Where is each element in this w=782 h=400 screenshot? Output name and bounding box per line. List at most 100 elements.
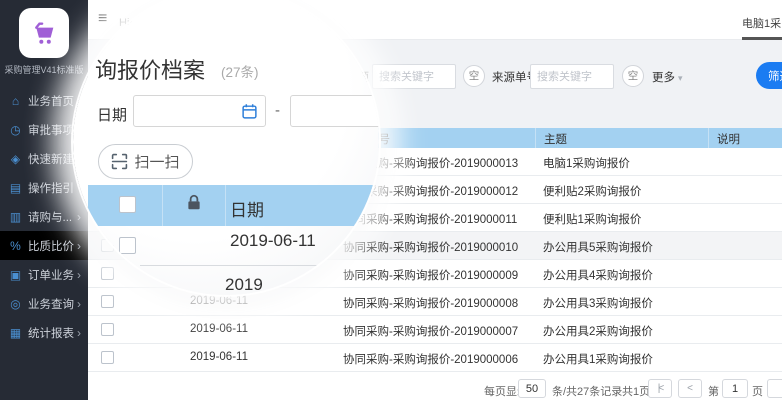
tab-label: 电脑1采 (742, 15, 781, 31)
scan-button[interactable]: 扫一扫 (98, 144, 193, 179)
report-icon: ▦ (8, 326, 23, 340)
per-page-input[interactable]: 50 (518, 379, 546, 398)
records-count-label: 条/共27条记录 (552, 383, 622, 399)
cell-subject: 办公用具3采购询报价 (543, 295, 653, 311)
total-pages-label: 共1页 (622, 383, 650, 399)
sidebar-item-label: 统计报表 (28, 325, 74, 341)
quick-create-icon: ◈ (8, 152, 23, 166)
calendar-icon[interactable] (241, 103, 258, 120)
sidebar-item-label: 请购与... (28, 209, 72, 225)
filter-button[interactable]: 筛选 (756, 62, 782, 89)
sidebar-item-home[interactable]: ⌂ 业务首页 (0, 86, 88, 115)
sidebar-item-purchase-request[interactable]: ▥ 请购与... › (0, 202, 88, 231)
guide-icon: ▤ (8, 181, 23, 195)
column-header-subject[interactable]: 主题 (535, 128, 708, 148)
row-checkbox[interactable] (101, 351, 114, 364)
cell-date: 2019-06-11 (190, 295, 248, 307)
tab-active-indicator (742, 37, 782, 40)
row-checkbox[interactable] (101, 295, 114, 308)
sidebar-item-label: 审批事项 (28, 122, 74, 138)
subject-empty-toggle[interactable]: 空 (463, 65, 485, 87)
chevron-right-icon: › (77, 268, 81, 282)
cell-subject: 便利贴2采购询报价 (543, 183, 641, 199)
record-count: (27条) (221, 61, 259, 81)
subject-filter-input[interactable] (372, 64, 456, 89)
page-title: 询报价档案 (95, 53, 205, 85)
source-empty-toggle[interactable]: 空 (622, 65, 644, 87)
tab-active-document[interactable]: 电脑1采 (740, 0, 782, 40)
cell-source: 协同采购-采购询报价-2019000007 (343, 323, 518, 339)
cell-source: 协同采购-采购询报价-2019000006 (343, 351, 518, 367)
partial-row-date: 2019 (225, 275, 263, 295)
cell-subject: 办公用具2采购询报价 (543, 323, 653, 339)
cell-subject: 办公用具5采购询报价 (543, 239, 653, 255)
table-row[interactable]: 2019-06-11 协同采购-采购询报价-2019000006 办公用具1采购询报… (88, 344, 782, 372)
app-logo (19, 8, 69, 58)
app-window: 采购管理V41标准版 ⌂ 业务首页 ◷ 审批事项 ◈ 快速新建 ▤ 操作指引 ▥ 请购与... ›%… (0, 0, 782, 400)
approval-icon: ◷ (8, 123, 23, 137)
sidebar-item-label: 业务首页 (28, 93, 74, 109)
page-number-input[interactable]: 1 (722, 379, 748, 398)
prev-page-button[interactable]: < (678, 379, 702, 398)
first-page-button[interactable]: |< (648, 379, 672, 398)
hamburger-menu-icon[interactable]: ≡ (98, 10, 107, 28)
cell-subject: 办公用具1采购询报价 (543, 351, 653, 367)
chevron-right-icon: › (77, 239, 81, 253)
date-range-separator: - (275, 102, 280, 119)
row-checkbox[interactable] (101, 323, 114, 336)
date-filter-label: 日期 (97, 104, 127, 125)
purchase-request-icon: ▥ (8, 210, 23, 224)
lock-icon (185, 193, 203, 212)
home-icon: ⌂ (8, 94, 23, 108)
table-row[interactable]: 2019-06-11 协同采购-采购询报价-2019000008 办公用具3采购询报… (88, 288, 782, 316)
sidebar-item-label: 订单业务 (28, 267, 74, 283)
magnifier-lens: 询报价档案 (27条) 日期 - 扫一扫 (73, 0, 379, 295)
row-checkbox[interactable] (119, 237, 136, 254)
column-divider (162, 185, 163, 226)
scan-icon (111, 153, 128, 170)
sidebar-item-guide[interactable]: ▤ 操作指引 (0, 173, 88, 202)
source-filter-input[interactable] (530, 64, 614, 89)
sidebar-item-price-compare[interactable]: % 比质比价› (0, 231, 88, 260)
row-checkbox[interactable] (101, 267, 114, 280)
cell-date: 2019-06-11 (190, 351, 248, 363)
next-page-button[interactable] (767, 379, 782, 398)
column-header-note[interactable]: 说明 (708, 128, 782, 148)
chevron-down-icon: ▾ (678, 73, 683, 83)
pagination-bar: 每页显示 50 条/共27条记录 共1页 |< < 第 1 页 (88, 378, 782, 400)
cell-source: 协同采购-采购询报价-2019000008 (343, 295, 518, 311)
app-title: 采购管理V41标准版 (0, 63, 88, 76)
row-divider (140, 265, 321, 266)
chevron-right-icon: › (77, 326, 81, 340)
sidebar-item-label: 比质比价 (28, 238, 74, 254)
page-suffix-label: 页 (752, 383, 763, 399)
cell-date: 2019-06-11 (190, 323, 248, 335)
sidebar-item-report[interactable]: ▦ 统计报表› (0, 318, 88, 347)
column-header-date[interactable]: 日期 (230, 196, 264, 221)
row-date-value: 2019-06-11 (230, 231, 316, 251)
query-icon: ◎ (8, 297, 23, 311)
date-from-input[interactable] (133, 95, 266, 127)
column-divider (225, 185, 226, 226)
cell-subject: 电脑1采购询报价 (543, 155, 630, 171)
sidebar-item-order[interactable]: ▣ 订单业务› (0, 260, 88, 289)
cell-subject: 便利贴1采购询报价 (543, 211, 641, 227)
chevron-right-icon: › (77, 297, 81, 311)
order-icon: ▣ (8, 268, 23, 282)
scan-button-label: 扫一扫 (134, 151, 179, 172)
sidebar-item-label: 业务查询 (28, 296, 74, 312)
table-row[interactable]: 2019-06-11 协同采购-采购询报价-2019000007 办公用具2采购询报… (88, 316, 782, 344)
cell-source: 协同采购-采购询报价-2019000009 (343, 267, 518, 283)
date-to-input[interactable] (290, 95, 379, 127)
page-prefix-label: 第 (708, 383, 719, 399)
chevron-right-icon: › (77, 210, 81, 224)
sidebar: 采购管理V41标准版 ⌂ 业务首页 ◷ 审批事项 ◈ 快速新建 ▤ 操作指引 ▥ 请购与... ›%… (0, 0, 88, 400)
cell-source: 协同采购-采购询报价-2019000010 (343, 239, 518, 255)
sidebar-item-query[interactable]: ◎ 业务查询› (0, 289, 88, 318)
select-all-checkbox[interactable] (119, 196, 136, 213)
sidebar-item-label: 快速新建 (28, 151, 74, 167)
price-compare-icon: % (8, 239, 23, 253)
cell-subject: 办公用具4采购询报价 (543, 267, 653, 283)
sidebar-item-label: 操作指引 (28, 180, 74, 196)
more-filters-button[interactable]: 更多▾ (652, 69, 683, 85)
